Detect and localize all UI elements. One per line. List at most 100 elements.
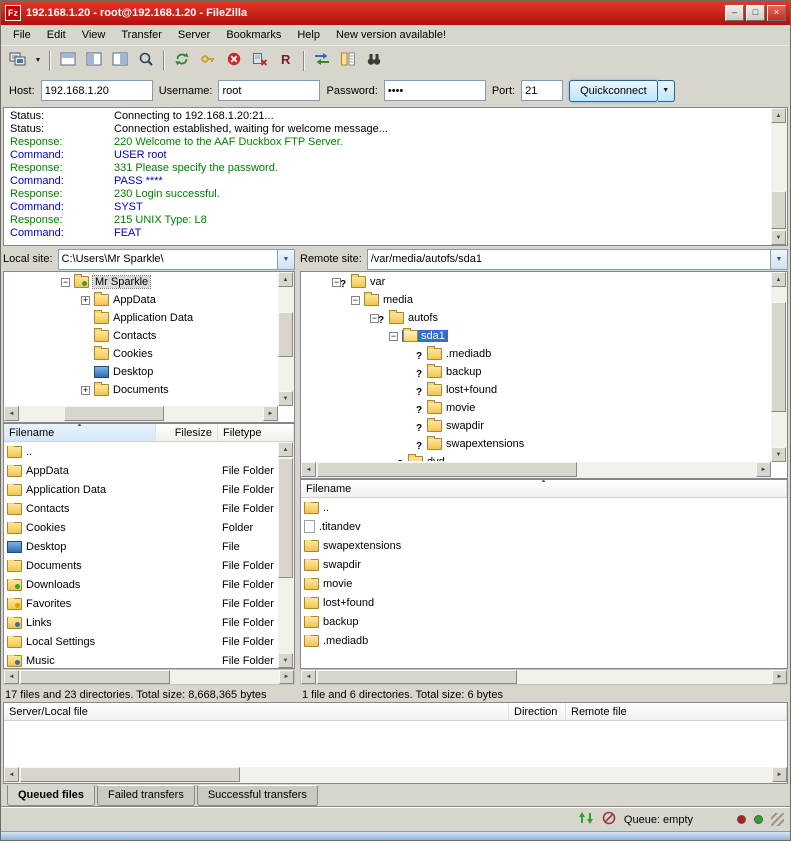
selected-tree-item[interactable]: sda1 [402, 330, 448, 342]
scroll-down-icon[interactable]: ▼ [771, 230, 786, 245]
local-site-combobox[interactable]: ▼ [58, 249, 295, 270]
scrollbar-thumb[interactable] [317, 462, 577, 477]
speed-limits-icon[interactable] [602, 811, 616, 828]
port-input[interactable] [521, 80, 563, 101]
scroll-up-icon[interactable]: ▲ [278, 272, 293, 287]
directory-comparison-button[interactable] [309, 49, 335, 73]
remote-directory-tree[interactable]: − ? var − media − ? autofs [300, 271, 788, 479]
tree-item-application-data[interactable]: Application Data [5, 309, 277, 327]
file-row[interactable]: ContactsFile Folder [4, 499, 294, 518]
scrollbar-thumb[interactable] [278, 312, 293, 357]
collapse-icon[interactable]: − [389, 332, 398, 341]
quickconnect-dropdown-button[interactable]: ▼ [658, 80, 675, 102]
menu-view[interactable]: View [74, 27, 114, 43]
find-files-button[interactable] [361, 49, 387, 73]
tree-item-autofs[interactable]: − ? autofs [302, 309, 770, 327]
tab-successful-transfers[interactable]: Successful transfers [197, 785, 318, 806]
file-row[interactable]: .. [301, 498, 787, 517]
tab-failed-transfers[interactable]: Failed transfers [97, 785, 195, 806]
local-tree-vertical-scrollbar[interactable]: ▲ ▼ [278, 272, 294, 406]
column-header-server-local-file[interactable]: Server/Local file [4, 703, 509, 720]
tree-item-sda1[interactable]: − sda1 [302, 327, 770, 345]
toggle-local-treeview-button[interactable] [81, 49, 107, 73]
menu-bookmarks[interactable]: Bookmarks [218, 27, 289, 43]
close-button[interactable]: × [767, 5, 786, 21]
tree-item-swapdir[interactable]: ? swapdir [302, 417, 770, 435]
tree-item-swapextensions[interactable]: ? swapextensions [302, 435, 770, 453]
menu-edit[interactable]: Edit [39, 27, 74, 43]
scrollbar-thumb[interactable] [771, 302, 786, 412]
file-row[interactable]: Local SettingsFile Folder [4, 632, 294, 651]
expand-icon[interactable]: + [81, 296, 90, 305]
scroll-right-icon[interactable]: ► [772, 670, 787, 684]
tree-item-lost-found[interactable]: ? lost+found [302, 381, 770, 399]
tree-item-mediadb[interactable]: ? .mediadb [302, 345, 770, 363]
scroll-up-icon[interactable]: ▲ [771, 108, 786, 123]
queue-empty-area[interactable] [5, 722, 786, 766]
scrollbar-thumb[interactable] [64, 406, 164, 421]
cancel-operation-button[interactable] [221, 49, 247, 73]
file-row[interactable]: .. [4, 442, 294, 461]
file-row[interactable]: AppDataFile Folder [4, 461, 294, 480]
scrollbar-thumb[interactable] [317, 670, 517, 684]
menu-transfer[interactable]: Transfer [113, 27, 170, 43]
column-header-direction[interactable]: Direction [509, 703, 566, 720]
file-row[interactable]: CookiesFolder [4, 518, 294, 537]
column-header-filetype[interactable]: Filetype [218, 424, 294, 441]
scroll-right-icon[interactable]: ► [279, 670, 294, 684]
toggle-message-log-button[interactable] [55, 49, 81, 73]
scrollbar-thumb[interactable] [20, 670, 170, 684]
scroll-left-icon[interactable]: ◄ [4, 767, 19, 782]
file-row[interactable]: LinksFile Folder [4, 613, 294, 632]
tree-item-contacts[interactable]: Contacts [5, 327, 277, 345]
username-input[interactable] [218, 80, 320, 101]
chevron-down-icon[interactable]: ▼ [770, 250, 787, 269]
local-file-list[interactable]: ▲ Filename Filesize Filetype .. AppDataF… [3, 423, 295, 669]
maximize-button[interactable]: □ [746, 5, 765, 21]
scroll-right-icon[interactable]: ► [263, 406, 278, 421]
refresh-button[interactable] [169, 49, 195, 73]
menu-server[interactable]: Server [170, 27, 218, 43]
file-row[interactable]: Application DataFile Folder [4, 480, 294, 499]
local-directory-tree[interactable]: − Mr Sparkle + AppData Application Data [3, 271, 295, 423]
remote-site-input[interactable] [368, 250, 770, 269]
tab-queued-files[interactable]: Queued files [7, 785, 95, 806]
local-list-vertical-scrollbar[interactable]: ▲ ▼ [278, 442, 294, 668]
scroll-down-icon[interactable]: ▼ [278, 391, 293, 406]
tree-item-movie[interactable]: ? movie [302, 399, 770, 417]
toggle-remote-treeview-button[interactable] [107, 49, 133, 73]
message-log[interactable]: Status:Connecting to 192.168.1.20:21... … [3, 107, 788, 246]
synchronized-browsing-button[interactable] [335, 49, 361, 73]
host-input[interactable] [41, 80, 153, 101]
tree-item-mr-sparkle[interactable]: − Mr Sparkle [5, 273, 277, 291]
menu-file[interactable]: File [5, 27, 39, 43]
remote-list-horizontal-scrollbar[interactable]: ◄ ► [300, 669, 788, 685]
collapse-icon[interactable]: − [61, 278, 70, 287]
column-header-remote-file[interactable]: Remote file [566, 703, 787, 720]
scroll-up-icon[interactable]: ▲ [771, 272, 786, 287]
file-row[interactable]: backup [301, 612, 787, 631]
file-row[interactable]: lost+found [301, 593, 787, 612]
scroll-left-icon[interactable]: ◄ [4, 670, 19, 684]
tree-item-media[interactable]: − media [302, 291, 770, 309]
password-input[interactable] [384, 80, 486, 101]
scroll-left-icon[interactable]: ◄ [301, 670, 316, 684]
remote-site-combobox[interactable]: ▼ [367, 249, 788, 270]
file-row[interactable]: movie [301, 574, 787, 593]
file-row[interactable]: DesktopFile [4, 537, 294, 556]
log-vertical-scrollbar[interactable]: ▲ ▼ [771, 108, 787, 245]
chevron-down-icon[interactable]: ▼ [277, 250, 294, 269]
tree-item-cookies[interactable]: Cookies [5, 345, 277, 363]
tree-item-documents[interactable]: + Documents [5, 381, 277, 399]
local-tree-horizontal-scrollbar[interactable]: ◄ ► [4, 406, 278, 422]
tree-item-backup[interactable]: ? backup [302, 363, 770, 381]
file-row[interactable]: DocumentsFile Folder [4, 556, 294, 575]
collapse-icon[interactable]: − [351, 296, 360, 305]
tree-item-appdata[interactable]: + AppData [5, 291, 277, 309]
title-bar[interactable]: Fz 192.168.1.20 - root@192.168.1.20 - Fi… [1, 1, 790, 25]
site-manager-dropdown-button[interactable]: ▼ [31, 49, 45, 73]
remote-file-list[interactable]: ▲ Filename .. .titandev swapextensions s… [300, 479, 788, 669]
remote-tree-horizontal-scrollbar[interactable]: ◄ ► [301, 462, 771, 478]
column-header-filename[interactable]: ▲ Filename [4, 424, 156, 441]
scroll-down-icon[interactable]: ▼ [278, 653, 293, 668]
